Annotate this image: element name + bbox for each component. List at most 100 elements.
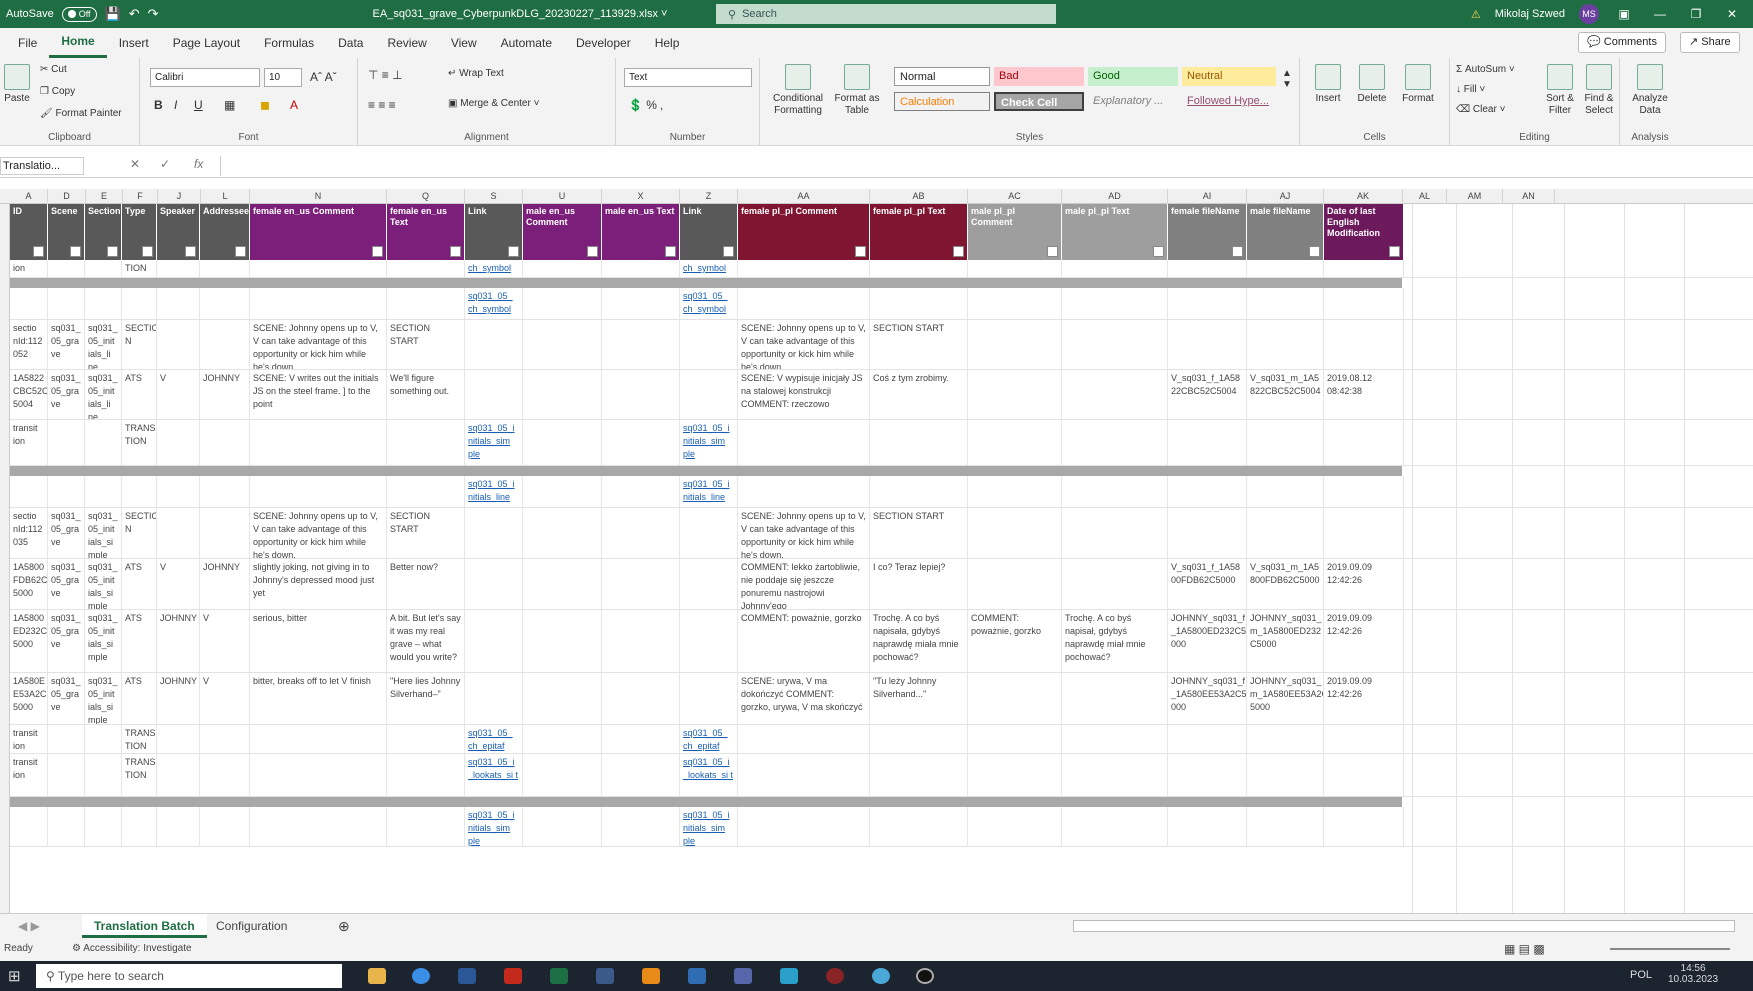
cell-link[interactable]	[680, 673, 738, 724]
clock[interactable]: 14:56 10.03.2023	[1668, 963, 1718, 985]
italic-button[interactable]: I	[174, 98, 177, 112]
number-format-select[interactable]: Text	[624, 68, 752, 87]
table-cell[interactable]: 1A5800 ED232C 5000	[10, 610, 48, 672]
table-cell[interactable]: "Here lies Johnny Silverhand–"	[387, 673, 465, 724]
cell-link[interactable]: sq031_05_i nitials_sim ple	[680, 420, 738, 465]
cell-link[interactable]: sq031_05_i nitials_sim ple	[465, 807, 523, 846]
file-name[interactable]: EA_sq031_grave_CyberpunkDLG_20230227_113…	[330, 8, 710, 20]
cell-link[interactable]: sq031_05_ ch_epitaf	[680, 725, 738, 753]
table-cell[interactable]	[602, 754, 680, 796]
table-cell[interactable]: ATS	[122, 370, 157, 419]
fill-button[interactable]: ↓ Fill ˅	[1456, 84, 1485, 95]
table-cell[interactable]	[602, 420, 680, 465]
sort-filter-button[interactable]: Sort & Filter	[1542, 64, 1578, 117]
filter-dropdown-icon[interactable]	[372, 246, 383, 257]
table-cell[interactable]	[523, 320, 602, 369]
table-cell[interactable]	[523, 288, 602, 319]
table-cell[interactable]	[1324, 288, 1404, 319]
horizontal-scrollbar[interactable]	[1073, 920, 1735, 932]
table-cell[interactable]	[157, 807, 200, 846]
tab-file[interactable]: File	[6, 28, 49, 58]
column-letter[interactable]: AD	[1062, 189, 1168, 204]
table-cell[interactable]	[200, 508, 250, 558]
style-calculation[interactable]: Calculation	[894, 92, 990, 111]
table-cell[interactable]	[523, 754, 602, 796]
table-cell[interactable]: SECTION START	[870, 508, 968, 558]
table-cell[interactable]: TRANSI TION	[122, 725, 157, 753]
table-cell[interactable]	[602, 260, 680, 277]
table-cell[interactable]	[1062, 370, 1168, 419]
column-letter[interactable]: S	[465, 189, 523, 204]
filter-dropdown-icon[interactable]	[450, 246, 461, 257]
table-cell[interactable]: 2019.08.12 08:42:38	[1324, 370, 1404, 419]
table-cell[interactable]: sectio nId:112 035	[10, 508, 48, 558]
autosave-toggle[interactable]: Off	[61, 6, 97, 22]
table-cell[interactable]: slightly joking, not giving in to Johnny…	[250, 559, 387, 609]
table-cell[interactable]: We'll figure something out.	[387, 370, 465, 419]
table-cell[interactable]	[602, 725, 680, 753]
table-cell[interactable]	[250, 754, 387, 796]
table-cell[interactable]	[602, 320, 680, 369]
table-cell[interactable]	[250, 476, 387, 507]
merge-center-button[interactable]: ▣ Merge & Center ˅	[448, 98, 539, 109]
table-cell[interactable]: Better now?	[387, 559, 465, 609]
analyze-data-button[interactable]: Analyze Data	[1626, 64, 1674, 117]
table-cell[interactable]	[122, 476, 157, 507]
table-cell[interactable]: SCENE: urywa, V ma dokończyć COMMENT: go…	[738, 673, 870, 724]
table-cell[interactable]	[10, 288, 48, 319]
column-letter[interactable]: D	[48, 189, 86, 204]
wrap-text-button[interactable]: ↵ Wrap Text	[448, 68, 504, 79]
column-letter[interactable]: AL	[1403, 189, 1447, 204]
table-cell[interactable]	[1168, 420, 1247, 465]
table-cell[interactable]	[968, 320, 1062, 369]
column-letter[interactable]: AI	[1168, 189, 1247, 204]
filter-dropdown-icon[interactable]	[107, 246, 118, 257]
format-cells-button[interactable]: Format	[1396, 64, 1440, 105]
table-cell[interactable]	[870, 476, 968, 507]
table-cell[interactable]	[85, 476, 122, 507]
table-cell[interactable]: COMMENT: lekko żartobliwie, nie poddaje …	[738, 559, 870, 609]
font-size-select[interactable]: 10	[264, 68, 302, 87]
table-cell[interactable]	[157, 508, 200, 558]
table-cell[interactable]	[968, 476, 1062, 507]
cell-link[interactable]: sq031_05_i nitials_sim ple	[680, 807, 738, 846]
table-cell[interactable]	[968, 420, 1062, 465]
table-cell[interactable]	[157, 288, 200, 319]
filter-dropdown-icon[interactable]	[1309, 246, 1320, 257]
tab-automate[interactable]: Automate	[489, 28, 564, 58]
styles-scroll-icon[interactable]: ▲ ▼	[1282, 68, 1292, 90]
table-cell[interactable]	[602, 559, 680, 609]
table-cell[interactable]	[968, 754, 1062, 796]
table-cell[interactable]	[1247, 420, 1324, 465]
table-cell[interactable]	[48, 725, 85, 753]
table-cell[interactable]	[48, 420, 85, 465]
table-cell[interactable]	[48, 260, 85, 277]
table-cell[interactable]	[968, 370, 1062, 419]
table-cell[interactable]	[1324, 754, 1404, 796]
table-cell[interactable]	[1062, 807, 1168, 846]
filezilla-icon[interactable]	[504, 968, 522, 984]
table-cell[interactable]	[602, 476, 680, 507]
column-letter[interactable]: AJ	[1247, 189, 1324, 204]
table-cell[interactable]	[738, 725, 870, 753]
paste-button[interactable]: Paste	[2, 64, 32, 105]
table-cell[interactable]: SCENE: Johnny opens up to V, V can take …	[250, 320, 387, 369]
table-cell[interactable]	[48, 754, 85, 796]
filter-dropdown-icon[interactable]	[70, 246, 81, 257]
table-cell[interactable]	[870, 260, 968, 277]
column-letter[interactable]: AK	[1324, 189, 1403, 204]
table-cell[interactable]: V	[157, 370, 200, 419]
search-box[interactable]: ⚲ Search	[716, 4, 1056, 24]
delete-cells-button[interactable]: Delete	[1352, 64, 1392, 105]
column-letter[interactable]: N	[250, 189, 387, 204]
cut-button[interactable]: ✂ Cut	[40, 64, 67, 75]
table-cell[interactable]: Trochę. A co byś napisał, gdybyś naprawd…	[1062, 610, 1168, 672]
tab-home[interactable]: Home	[49, 28, 107, 58]
table-cell[interactable]	[1168, 476, 1247, 507]
cancel-icon[interactable]: ✕	[130, 157, 140, 171]
table-cell[interactable]	[387, 807, 465, 846]
cell-link[interactable]	[465, 508, 523, 558]
table-cell[interactable]: JOHNNY	[157, 673, 200, 724]
table-cell[interactable]: 2019.09.09 12:42:26	[1324, 559, 1404, 609]
table-cell[interactable]: bitter, breaks off to let V finish	[250, 673, 387, 724]
